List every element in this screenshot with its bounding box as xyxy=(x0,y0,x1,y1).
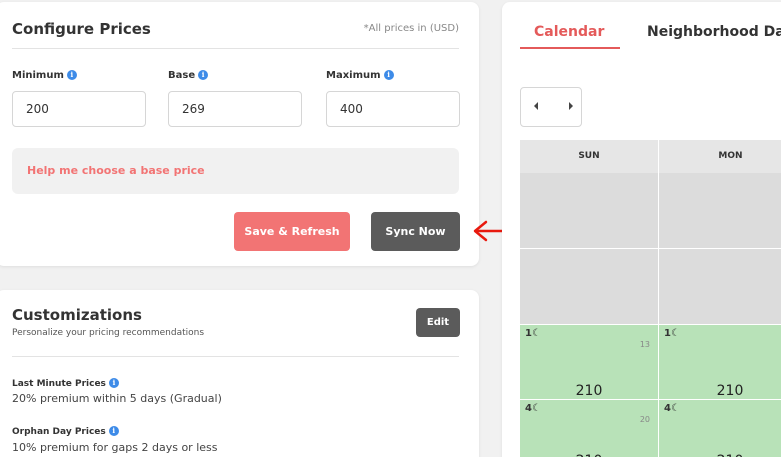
day-number: 13 xyxy=(639,340,650,349)
customizations-title: Customizations xyxy=(12,306,142,324)
min-stay-indicator: 4☾ xyxy=(525,403,541,414)
min-stay-indicator: 1☾ xyxy=(664,328,680,339)
min-stay-indicator: 1☾ xyxy=(525,328,541,339)
chevron-left-icon[interactable] xyxy=(534,102,538,110)
active-tab-indicator xyxy=(520,47,620,49)
info-icon[interactable]: i xyxy=(198,70,209,80)
calendar-cell-empty xyxy=(659,249,781,325)
sync-now-button[interactable]: Sync Now xyxy=(371,212,460,251)
calendar-cell[interactable]: 1☾ 14 210 xyxy=(659,325,781,400)
calendar-cell-empty xyxy=(659,173,781,249)
customizations-subtitle: Personalize your pricing recommendations xyxy=(12,328,205,338)
configure-prices-title: Configure Prices xyxy=(12,20,151,38)
minimum-price-input[interactable]: 200 xyxy=(12,91,146,127)
calendar-cell-empty xyxy=(520,173,659,249)
day-price: 210 xyxy=(575,383,603,399)
calendar-cell-empty xyxy=(520,249,659,325)
currency-note: *All prices in (USD) xyxy=(363,23,459,34)
day-number: 20 xyxy=(639,415,650,424)
day-header-sun: SUN xyxy=(520,140,658,173)
min-stay-indicator: 4☾ xyxy=(664,403,680,414)
base-price-input[interactable]: 269 xyxy=(168,91,302,127)
customizations-card: Customizations Personalize your pricing … xyxy=(0,290,479,457)
calendar-card: Calendar Neighborhood Da SUN MON 1☾ 13 2… xyxy=(502,2,781,457)
save-refresh-button[interactable]: Save & Refresh xyxy=(234,212,350,251)
last-minute-prices-value: 20% premium within 5 days (Gradual) xyxy=(12,392,222,405)
calendar-cell[interactable]: 4☾ 20 210 xyxy=(520,400,659,457)
tab-neighborhood-data[interactable]: Neighborhood Da xyxy=(647,24,781,40)
maximum-price-input[interactable]: 400 xyxy=(326,91,460,127)
help-choose-base-price-link[interactable]: Help me choose a base price xyxy=(27,164,205,177)
info-icon[interactable]: i xyxy=(66,70,77,80)
divider xyxy=(12,48,459,49)
configure-prices-card: Configure Prices *All prices in (USD) Mi… xyxy=(0,2,479,266)
maximum-label: Maximum i xyxy=(326,70,394,81)
last-minute-prices-label: Last Minute Prices i xyxy=(12,378,119,389)
edit-button[interactable]: Edit xyxy=(416,308,460,337)
day-price: 210 xyxy=(716,383,744,399)
month-navigation xyxy=(520,87,582,127)
day-price: 210 xyxy=(520,453,658,457)
chevron-right-icon[interactable] xyxy=(569,102,573,110)
orphan-day-prices-value: 10% premium for gaps 2 days or less xyxy=(12,441,218,454)
day-price: 210 xyxy=(659,453,781,457)
info-icon[interactable]: i xyxy=(108,426,119,436)
divider xyxy=(12,356,459,357)
minimum-label: Minimum i xyxy=(12,70,77,81)
calendar-cell[interactable]: 1☾ 13 210 xyxy=(520,325,659,400)
info-icon[interactable]: i xyxy=(383,70,394,80)
orphan-day-prices-label: Orphan Day Prices i xyxy=(12,426,119,437)
day-header-mon: MON xyxy=(659,140,781,173)
help-box: Help me choose a base price xyxy=(12,148,459,194)
calendar-cell[interactable]: 4☾ 21 210 xyxy=(659,400,781,457)
tab-calendar[interactable]: Calendar xyxy=(534,24,604,40)
info-icon[interactable]: i xyxy=(108,378,119,388)
base-label: Base i xyxy=(168,70,209,81)
